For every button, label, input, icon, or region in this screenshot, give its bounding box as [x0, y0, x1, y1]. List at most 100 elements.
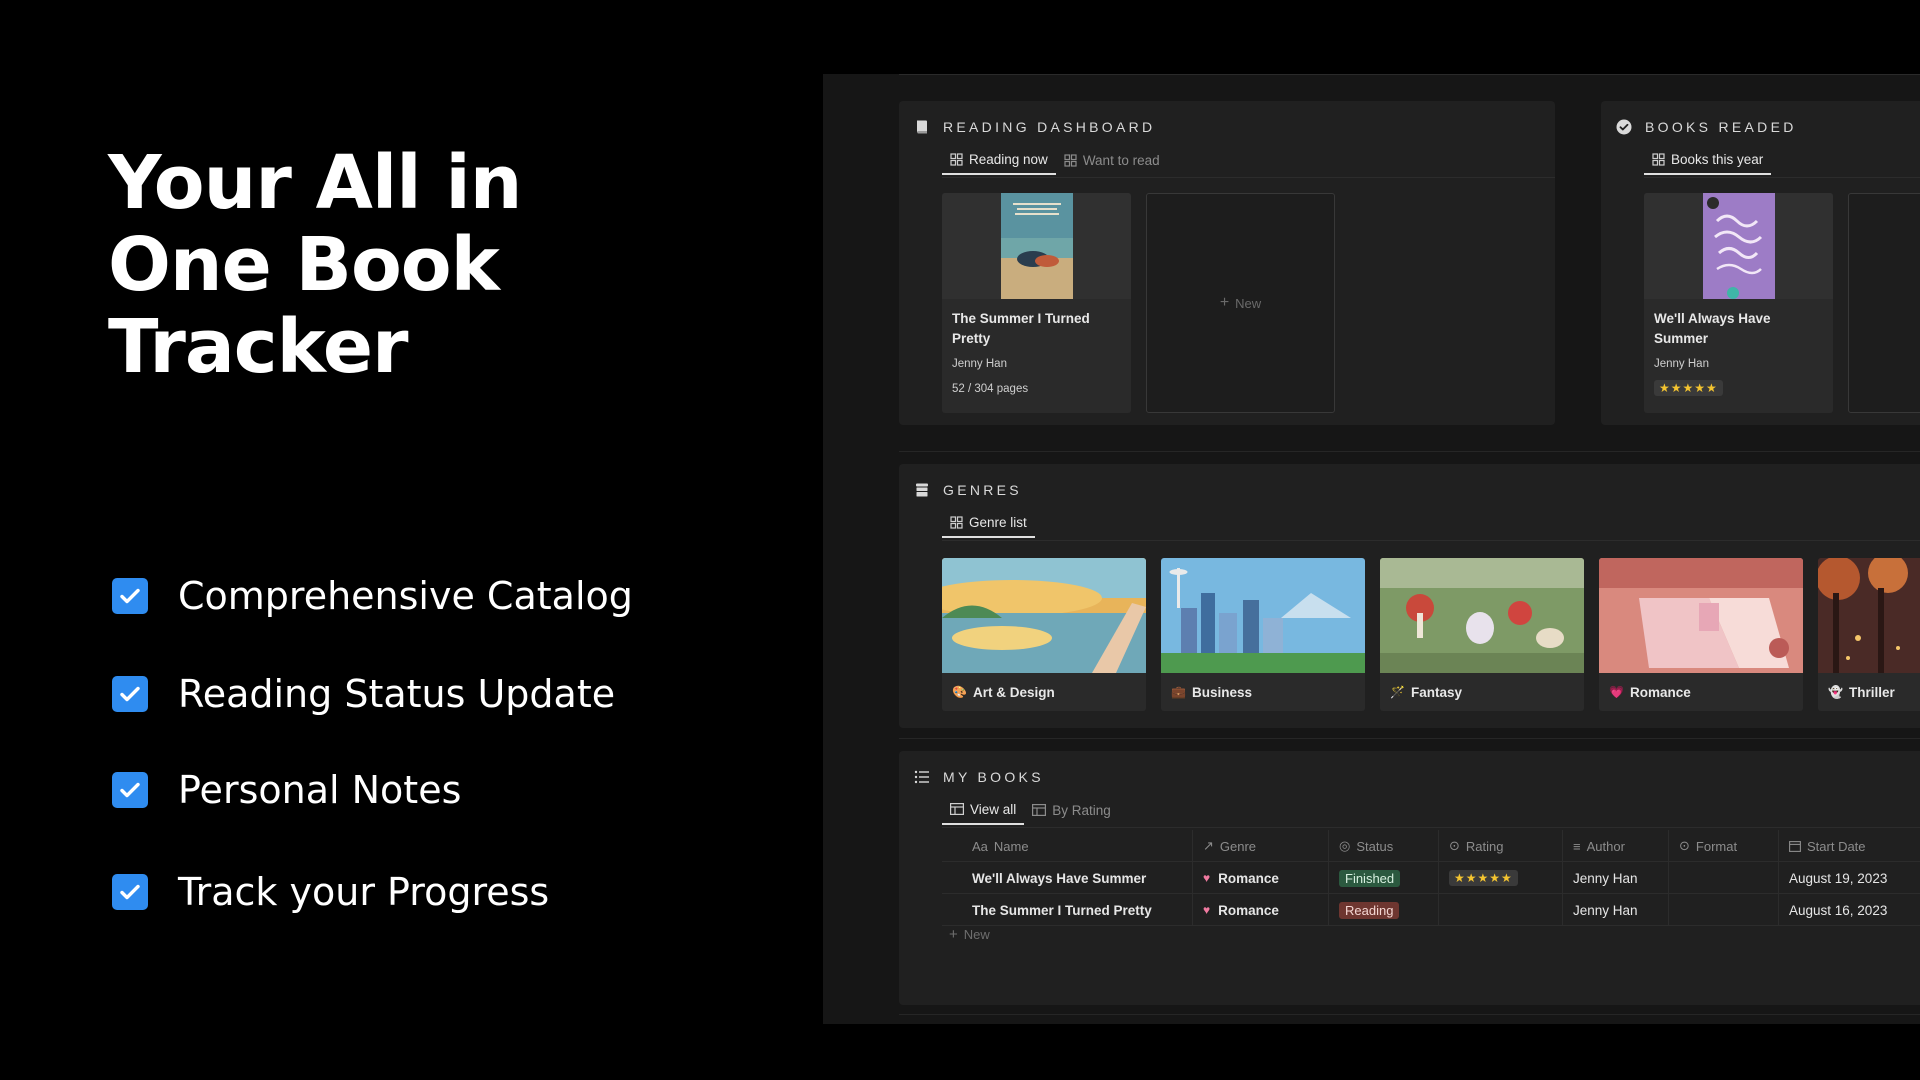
heart-icon: ♥: [1203, 903, 1211, 917]
feature-label: Comprehensive Catalog: [178, 574, 633, 618]
divider: [899, 738, 1920, 739]
rating-stars: ★★★★★: [1449, 870, 1518, 886]
tab-books-this-year[interactable]: Books this year: [1644, 145, 1772, 175]
plus-icon: +: [949, 926, 958, 943]
genre-label: Fantasy: [1410, 684, 1462, 700]
column-header-status[interactable]: ◎ Status: [1328, 830, 1438, 862]
palette-icon: 🎨: [952, 685, 967, 699]
cell-genre[interactable]: ♥ Romance: [1192, 894, 1328, 926]
calendar-icon: [1789, 840, 1801, 852]
status-badge: Finished: [1339, 869, 1401, 887]
new-card-button[interactable]: [1848, 193, 1920, 413]
cell-genre[interactable]: ♥ Romance: [1192, 862, 1328, 894]
feature-label: Track your Progress: [178, 870, 550, 914]
genre-label: Art & Design: [972, 684, 1055, 700]
tab-view-all[interactable]: View all: [942, 795, 1025, 825]
cell-rating[interactable]: [1438, 894, 1562, 926]
cell-start-date[interactable]: August 19, 2023: [1778, 862, 1920, 894]
book-cover-image: [1702, 193, 1775, 299]
genre-card-thriller[interactable]: 👻 Thriller: [1818, 558, 1920, 711]
divider: [899, 74, 1920, 75]
book-card[interactable]: The Summer I Turned Pretty Jenny Han 52 …: [942, 193, 1131, 413]
tab-label: Reading now: [969, 151, 1048, 167]
book-author: Jenny Han: [1654, 358, 1709, 370]
book-author: Jenny Han: [952, 358, 1007, 370]
tab-label: Books this year: [1671, 151, 1764, 167]
column-header-author[interactable]: ≡ Author: [1562, 830, 1668, 862]
cell-rating[interactable]: ★★★★★: [1438, 862, 1562, 894]
cell-name[interactable]: We'll Always Have Summer: [942, 862, 1192, 894]
cell-author[interactable]: Jenny Han: [1562, 862, 1668, 894]
genre-label: Romance: [1629, 684, 1691, 700]
genres-block: GENRES Genre list 🎨 Art & Design 💼 Busin…: [899, 464, 1920, 728]
block-header: MY BOOKS: [913, 768, 1044, 786]
new-row-button[interactable]: + New: [949, 926, 990, 943]
table-icon: [1032, 804, 1047, 816]
tab-want-to-read[interactable]: Want to read: [1056, 145, 1168, 175]
genre-image: [942, 558, 1146, 673]
genre-image: [1380, 558, 1584, 673]
genre-card-business[interactable]: 💼 Business: [1161, 558, 1365, 711]
book-card[interactable]: We'll Always Have Summer Jenny Han ★★★★★: [1644, 193, 1833, 413]
cell-status[interactable]: Finished: [1328, 862, 1438, 894]
column-label: Format: [1695, 838, 1738, 854]
tab-by-rating[interactable]: By Rating: [1024, 795, 1119, 825]
column-label: Name: [993, 838, 1029, 854]
column-header-rating[interactable]: ⊙ Rating: [1438, 830, 1562, 862]
cell-author[interactable]: Jenny Han: [1562, 894, 1668, 926]
plus-icon: +: [1219, 294, 1230, 311]
book-icon: [913, 118, 931, 136]
magic-wand-icon: 🪄: [1390, 685, 1405, 699]
block-title: MY BOOKS: [943, 769, 1044, 785]
table-row[interactable]: We'll Always Have Summer ♥ Romance Finish…: [942, 862, 1920, 894]
check-circle-icon: [1615, 118, 1633, 136]
column-header-genre[interactable]: ↗ Genre: [1192, 830, 1328, 862]
checkbox-checked-icon: [112, 578, 148, 614]
ghost-icon: 👻: [1828, 685, 1843, 699]
books-table: Aa Name ↗ Genre ◎ Status ⊙ Rating ≡ Author ⊙ F…: [942, 830, 1920, 926]
text-lines-icon: ≡: [1573, 838, 1581, 854]
feature-item: Personal Notes: [112, 766, 461, 814]
table-icon: [950, 803, 964, 815]
column-header-format[interactable]: ⊙ Format: [1668, 830, 1778, 862]
divider: [942, 540, 1920, 541]
book-progress: 52 / 304 pages: [952, 383, 1029, 395]
view-tabs: Genre list: [942, 508, 1035, 541]
column-header-name[interactable]: Aa Name: [942, 830, 1192, 862]
tab-label: View all: [970, 801, 1017, 817]
genre-card-romance[interactable]: 💗 Romance: [1599, 558, 1803, 711]
column-label: Status: [1356, 838, 1394, 854]
gallery-icon: [950, 515, 963, 529]
tab-label: By Rating: [1052, 802, 1111, 818]
genre-label: Business: [1191, 684, 1252, 700]
cell-name[interactable]: The Summer I Turned Pretty: [942, 894, 1192, 926]
status-badge: Reading: [1339, 901, 1400, 919]
heart-icon: 💗: [1609, 685, 1624, 699]
genre-card-fantasy[interactable]: 🪄 Fantasy: [1380, 558, 1584, 711]
column-label: Author: [1586, 838, 1625, 854]
block-header: BOOKS READED: [1615, 118, 1797, 136]
checkbox-checked-icon: [112, 874, 148, 910]
cell-start-date[interactable]: August 16, 2023: [1778, 894, 1920, 926]
tab-genre-list[interactable]: Genre list: [942, 508, 1035, 538]
cell-status[interactable]: Reading: [1328, 894, 1438, 926]
feature-label: Personal Notes: [178, 768, 462, 812]
cell-format[interactable]: [1668, 894, 1778, 926]
new-card-button[interactable]: + New: [1146, 193, 1335, 413]
book-title: The Summer I Turned Pretty: [952, 311, 1090, 346]
column-header-start-date[interactable]: Start Date: [1778, 830, 1920, 862]
genre-card-art-design[interactable]: 🎨 Art & Design: [942, 558, 1146, 711]
table-row[interactable]: The Summer I Turned Pretty ♥ Romance Read…: [942, 894, 1920, 926]
column-label: Rating: [1465, 838, 1504, 854]
checkbox-checked-icon: [112, 676, 148, 712]
text-type-icon: Aa: [972, 838, 988, 854]
select-icon: ⊙: [1449, 838, 1460, 853]
cell-format[interactable]: [1668, 862, 1778, 894]
block-title: READING DASHBOARD: [943, 119, 1156, 135]
tab-reading-now[interactable]: Reading now: [942, 145, 1056, 175]
tab-label: Genre list: [969, 514, 1027, 530]
block-title: GENRES: [943, 482, 1022, 498]
book-cover-image: [1000, 193, 1073, 299]
divider: [899, 451, 1920, 452]
genre-image: [1599, 558, 1803, 673]
